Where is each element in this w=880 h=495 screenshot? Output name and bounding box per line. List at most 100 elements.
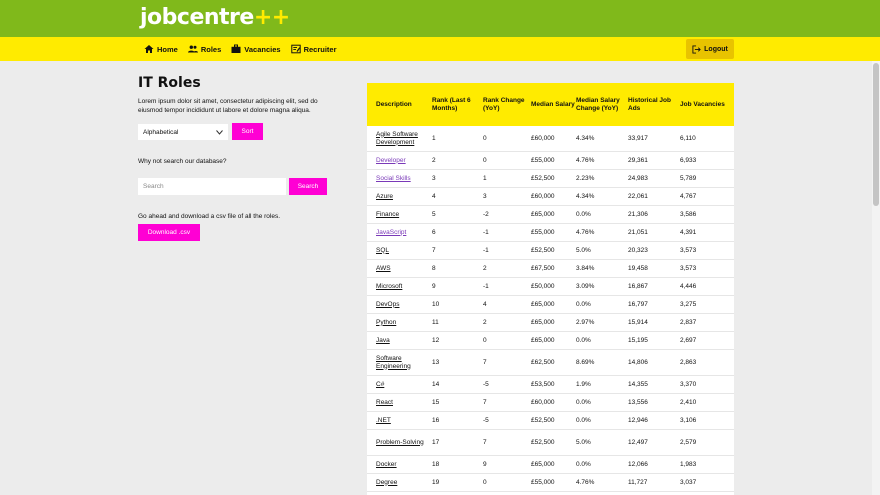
table-cell: 14,806	[628, 358, 648, 366]
table-header: Description Rank (Last 6 Months) Rank Ch…	[367, 83, 734, 126]
table-row: Docker 18 9 £65,000 0.0% 12,066 1,983	[367, 456, 734, 474]
table-cell: 5,789	[680, 174, 697, 182]
table-cell: 2,697	[680, 336, 697, 344]
nav-item-vacancies[interactable]: Vacancies	[231, 44, 281, 54]
table-cell: 3,037	[680, 478, 697, 486]
table-cell: £65,000	[531, 460, 555, 468]
nav-label-roles: Roles	[200, 44, 222, 54]
table-cell: 2,410	[680, 398, 697, 406]
table-cell: 0	[483, 156, 487, 164]
page-scrollbar[interactable]	[872, 61, 880, 495]
role-cell: Microsoft	[367, 283, 432, 291]
search-button[interactable]: Search	[289, 178, 327, 195]
role-link[interactable]: .NET	[376, 417, 391, 424]
people-icon	[187, 45, 198, 53]
role-link[interactable]: Social Skills	[376, 175, 411, 182]
table-cell: 4,391	[680, 228, 697, 236]
role-link[interactable]: Finance	[376, 211, 399, 218]
role-link[interactable]: Java	[376, 337, 390, 344]
role-link[interactable]: Developer	[376, 157, 406, 164]
table-row: C# 14 -5 £53,500 1.9% 14,355 3,370	[367, 376, 734, 394]
role-cell: Azure	[367, 193, 432, 201]
table-cell: £60,000	[531, 192, 555, 200]
column-header[interactable]: Median Salary Change (YoY)	[576, 97, 628, 113]
briefcase-icon	[231, 44, 241, 53]
column-header[interactable]: Historical Job Ads	[628, 97, 680, 113]
intro-text: Lorem ipsum dolor sit amet, consectetur …	[138, 98, 318, 114]
table-cell: £53,500	[531, 380, 555, 388]
sort-select-value: Alphabetical	[143, 128, 179, 136]
role-link[interactable]: Problem-Solving	[376, 439, 424, 446]
sort-select[interactable]: Alphabetical	[138, 124, 228, 140]
table-cell: 3,573	[680, 246, 697, 254]
role-cell: Degree	[367, 479, 432, 487]
table-cell: -1	[483, 228, 489, 236]
column-header[interactable]: Rank (Last 6 Months)	[432, 97, 483, 113]
nav-item-recruiter[interactable]: Recruiter	[290, 44, 337, 54]
scrollbar-thumb[interactable]	[873, 63, 879, 206]
role-link[interactable]: Degree	[376, 479, 397, 486]
column-header[interactable]: Job Vacancies	[680, 101, 734, 109]
table-cell: £60,000	[531, 398, 555, 406]
role-cell: Problem-Solving	[367, 439, 432, 447]
role-link[interactable]: SQL	[376, 247, 389, 254]
sort-button[interactable]: Sort	[232, 123, 263, 140]
table-row: Social Skills 3 1 £52,500 2.23% 24,983 5,789	[367, 170, 734, 188]
page-title: IT Roles	[138, 75, 201, 91]
table-cell: 3,275	[680, 300, 697, 308]
column-header[interactable]: Description	[367, 101, 432, 109]
column-header[interactable]: Rank Change (YoY)	[483, 97, 531, 113]
role-link[interactable]: AWS	[376, 265, 391, 272]
logout-label: Logout	[704, 45, 728, 53]
role-cell: Developer	[367, 157, 432, 165]
role-link[interactable]: Software Engineering	[376, 355, 411, 370]
table-cell: 2,863	[680, 358, 697, 366]
role-link[interactable]: React	[376, 399, 393, 406]
column-header[interactable]: Median Salary	[531, 101, 576, 109]
search-input[interactable]: Search	[138, 178, 286, 195]
table-cell: 24,983	[628, 174, 648, 182]
role-link[interactable]: Docker	[376, 461, 397, 468]
table-cell: 12,497	[628, 438, 648, 446]
role-link[interactable]: Python	[376, 319, 396, 326]
nav-item-home[interactable]: Home	[144, 44, 178, 54]
table-cell: 0.0%	[576, 210, 591, 218]
table-cell: 15	[432, 398, 440, 406]
role-link[interactable]: Azure	[376, 193, 393, 200]
role-link[interactable]: DevOps	[376, 301, 399, 308]
download-csv-button[interactable]: Download .csv	[138, 224, 200, 241]
role-link[interactable]: Microsoft	[376, 283, 402, 290]
role-link[interactable]: Agile Software Development	[376, 131, 418, 146]
table-cell: 2	[432, 156, 436, 164]
table-cell: 4.34%	[576, 192, 595, 200]
search-controls: Search Search	[138, 178, 327, 195]
table-cell: 0	[483, 336, 487, 344]
table-cell: 33,917	[628, 134, 648, 142]
top-banner: jobcentre++	[0, 0, 880, 37]
table-cell: £55,000	[531, 478, 555, 486]
home-icon	[144, 45, 154, 53]
role-link[interactable]: C#	[376, 381, 384, 388]
table-cell: 0.0%	[576, 336, 591, 344]
table-cell: 2	[483, 264, 487, 272]
nav-item-roles[interactable]: Roles	[187, 44, 222, 54]
left-panel: IT Roles Lorem ipsum dolor sit amet, con…	[138, 75, 338, 241]
role-link[interactable]: JavaScript	[376, 229, 406, 236]
table-cell: 3	[483, 192, 487, 200]
site-logo[interactable]: jobcentre++	[140, 5, 290, 30]
table-row: Azure 4 3 £60,000 4.34% 22,061 4,767	[367, 188, 734, 206]
table-cell: £65,000	[531, 210, 555, 218]
table-cell: 1	[483, 174, 487, 182]
logout-button[interactable]: Logout	[686, 39, 734, 59]
table-cell: 16	[432, 416, 440, 424]
role-cell: SQL	[367, 247, 432, 255]
table-cell: 17	[432, 438, 440, 446]
recruiter-icon	[290, 44, 301, 54]
table-cell: 12,066	[628, 460, 648, 468]
table-cell: £52,500	[531, 416, 555, 424]
table-cell: 18	[432, 460, 440, 468]
table-cell: 1.9%	[576, 380, 591, 388]
table-cell: 4	[483, 300, 487, 308]
table-cell: 4,446	[680, 282, 697, 290]
table-cell: 12	[432, 336, 440, 344]
